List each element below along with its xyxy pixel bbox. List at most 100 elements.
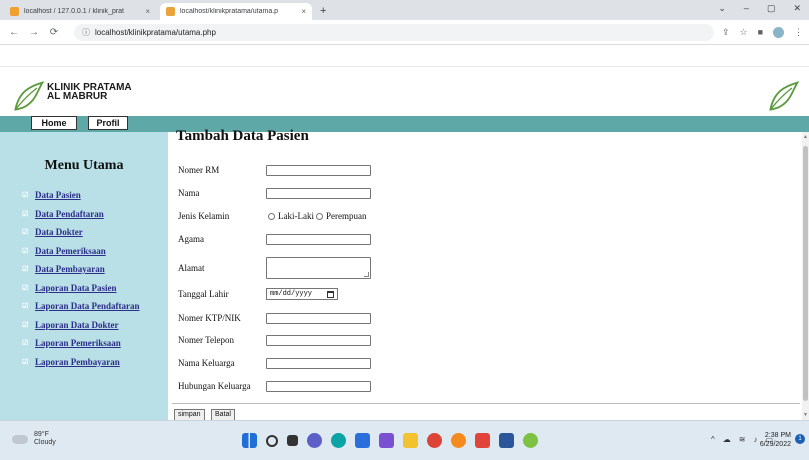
label-nomer-ktp: Nomer KTP/NIK	[178, 313, 241, 323]
tab-search-icon[interactable]: ⌄	[718, 3, 726, 14]
sidebar-link[interactable]: Laporan Data Pendaftaran	[35, 301, 140, 311]
windows-start-icon[interactable]	[242, 433, 257, 448]
tray-chevron-icon[interactable]: ^	[711, 435, 715, 444]
nomer-ktp-input[interactable]	[266, 312, 371, 324]
task-view-icon[interactable]	[287, 435, 298, 446]
scroll-up-icon[interactable]: ▲	[803, 134, 808, 140]
scroll-down-icon[interactable]: ▼	[803, 412, 808, 418]
agama-input[interactable]	[266, 233, 371, 245]
sidebar-item-laporan-data-pasien[interactable]: ☑ Laporan Data Pasien	[22, 279, 140, 298]
url-bar[interactable]: ⓘ localhost/klinikpratama/utama.php	[74, 23, 714, 41]
close-icon[interactable]: ×	[301, 7, 306, 16]
sidebar-link[interactable]: Laporan Data Pasien	[35, 283, 117, 293]
clock[interactable]: 2:38 PM 6/29/2022	[760, 431, 791, 449]
taskbar-apps	[242, 433, 538, 448]
restore-button[interactable]: ▢	[767, 3, 776, 14]
tanggal-lahir-input[interactable]: mm/dd/yyyy	[266, 288, 338, 300]
sidebar-title: Menu Utama	[44, 158, 124, 173]
page-title: Tambah Data Pasien	[176, 128, 309, 144]
xampp-icon[interactable]	[475, 433, 490, 448]
search-icon[interactable]	[266, 434, 278, 447]
nomer-telepon-input[interactable]	[266, 334, 371, 346]
new-tab-button[interactable]: +	[320, 5, 326, 17]
label-agama: Agama	[178, 234, 204, 244]
cloud-sync-icon[interactable]: ☁	[723, 435, 731, 444]
nomer-rm-input[interactable]	[266, 164, 371, 176]
label-nomer-telepon: Nomer Telepon	[178, 335, 234, 345]
sidebar-link[interactable]: Laporan Data Dokter	[35, 320, 119, 330]
label-jenis-kelamin: Jenis Kelamin	[178, 211, 230, 221]
chat-icon[interactable]	[307, 433, 322, 448]
sidepanel-icon[interactable]: ■	[758, 27, 763, 37]
sidebar-item-data-pembayaran[interactable]: ☑ Data Pembayaran	[22, 260, 140, 279]
sidebar-item-data-pasien[interactable]: ☑ Data Pasien	[22, 186, 140, 205]
close-window-button[interactable]: ✕	[793, 3, 801, 14]
windows-taskbar: 89°F Cloudy ^ ☁ ≋ ♪ ▭ 2:38 PM 6/29/2022 …	[0, 420, 809, 460]
radio-perempuan[interactable]	[315, 212, 323, 220]
main-content: Tambah Data Pasien Nomer RM Nama Jenis K…	[168, 128, 802, 421]
browser-tab-utama[interactable]: localhost/klinikpratama/utama.p ×	[160, 3, 312, 20]
sidebar-link[interactable]: Data Pasien	[35, 190, 81, 200]
nav-profil[interactable]: Profil	[88, 116, 128, 130]
reload-icon[interactable]: ⟳	[46, 27, 62, 38]
row-nama-keluarga: Nama Keluarga	[178, 355, 371, 371]
forward-icon[interactable]: →	[26, 27, 42, 38]
store-icon[interactable]	[355, 433, 370, 448]
row-nomer-telepon: Nomer Telepon	[178, 332, 371, 348]
sidebar-link[interactable]: Data Dokter	[35, 227, 83, 237]
bullet-icon: ☑	[22, 339, 29, 348]
brand-line-2: AL MABRUR	[47, 91, 108, 102]
visual-studio-icon[interactable]	[379, 433, 394, 448]
sidebar-link[interactable]: Laporan Pemeriksaan	[35, 338, 121, 348]
chrome-icon[interactable]	[427, 433, 442, 448]
radio-laki-laki[interactable]	[268, 212, 275, 220]
bookmark-star-icon[interactable]: ☆	[739, 27, 747, 38]
wifi-icon[interactable]: ≋	[739, 435, 746, 444]
info-icon[interactable]: ⓘ	[82, 27, 90, 38]
word-icon[interactable]	[499, 433, 514, 448]
notification-badge[interactable]: 1	[795, 434, 805, 444]
address-toolbar: ← → ⟳ ⓘ localhost/klinikpratama/utama.ph…	[0, 20, 809, 45]
row-hubungan-keluarga: Hubungan Keluarga	[178, 378, 371, 394]
sidebar-link[interactable]: Data Pendaftaran	[35, 209, 104, 219]
sidebar-item-laporan-pemeriksaan[interactable]: ☑ Laporan Pemeriksaan	[22, 334, 140, 353]
sidebar-item-data-pemeriksaan[interactable]: ☑ Data Pemeriksaan	[22, 242, 140, 261]
date-placeholder: mm/dd/yyyy	[270, 290, 313, 298]
sidebar-link[interactable]: Laporan Pembayaran	[35, 357, 120, 367]
bullet-icon: ☑	[22, 191, 29, 200]
nav-home[interactable]: Home	[31, 116, 77, 130]
close-icon[interactable]: ×	[145, 7, 150, 16]
app-icon[interactable]	[523, 433, 538, 448]
scrollbar-thumb[interactable]	[803, 146, 808, 401]
brand-name: KLINIK PRATAMA AL MABRUR	[47, 83, 132, 102]
phpmyadmin-icon	[10, 7, 19, 16]
sublime-icon[interactable]	[451, 433, 466, 448]
back-icon[interactable]: ←	[6, 27, 22, 38]
weather-widget[interactable]: 89°F Cloudy	[12, 431, 56, 447]
file-explorer-icon[interactable]	[403, 433, 418, 448]
bullet-icon: ☑	[22, 283, 29, 292]
sidebar-item-laporan-data-dokter[interactable]: ☑ Laporan Data Dokter	[22, 316, 140, 335]
share-icon[interactable]: ⇪	[722, 27, 730, 38]
sidebar-item-laporan-pembayaran[interactable]: ☑ Laporan Pembayaran	[22, 353, 140, 372]
sidebar-menu: ☑ Data Pasien ☑ Data Pendaftaran ☑ Data Dok…	[22, 186, 140, 371]
nama-input[interactable]	[266, 187, 371, 199]
sidebar-item-data-pendaftaran[interactable]: ☑ Data Pendaftaran	[22, 205, 140, 224]
minimize-button[interactable]: –	[744, 3, 749, 14]
sidebar-item-data-dokter[interactable]: ☑ Data Dokter	[22, 223, 140, 242]
page-scrollbar[interactable]: ▲ ▼	[802, 132, 809, 420]
alamat-textarea[interactable]	[266, 257, 371, 279]
browser-tab-phpmyadmin[interactable]: localhost / 127.0.0.1 / klinik_prat ×	[4, 3, 156, 20]
weather-temp: 89°F	[34, 431, 49, 438]
profile-avatar-icon[interactable]	[773, 26, 784, 38]
menu-kebab-icon[interactable]: ⋮	[794, 27, 803, 38]
leaf-decoration-icon	[769, 81, 800, 111]
sidebar-item-laporan-data-pendaftaran[interactable]: ☑ Laporan Data Pendaftaran	[22, 297, 140, 316]
volume-icon[interactable]: ♪	[753, 435, 757, 444]
sidebar-link[interactable]: Data Pembayaran	[35, 264, 105, 274]
calendar-icon[interactable]	[327, 290, 334, 298]
nama-keluarga-input[interactable]	[266, 357, 371, 369]
hubungan-keluarga-input[interactable]	[266, 380, 371, 392]
sidebar-link[interactable]: Data Pemeriksaan	[35, 246, 106, 256]
edge-icon[interactable]	[331, 433, 346, 448]
